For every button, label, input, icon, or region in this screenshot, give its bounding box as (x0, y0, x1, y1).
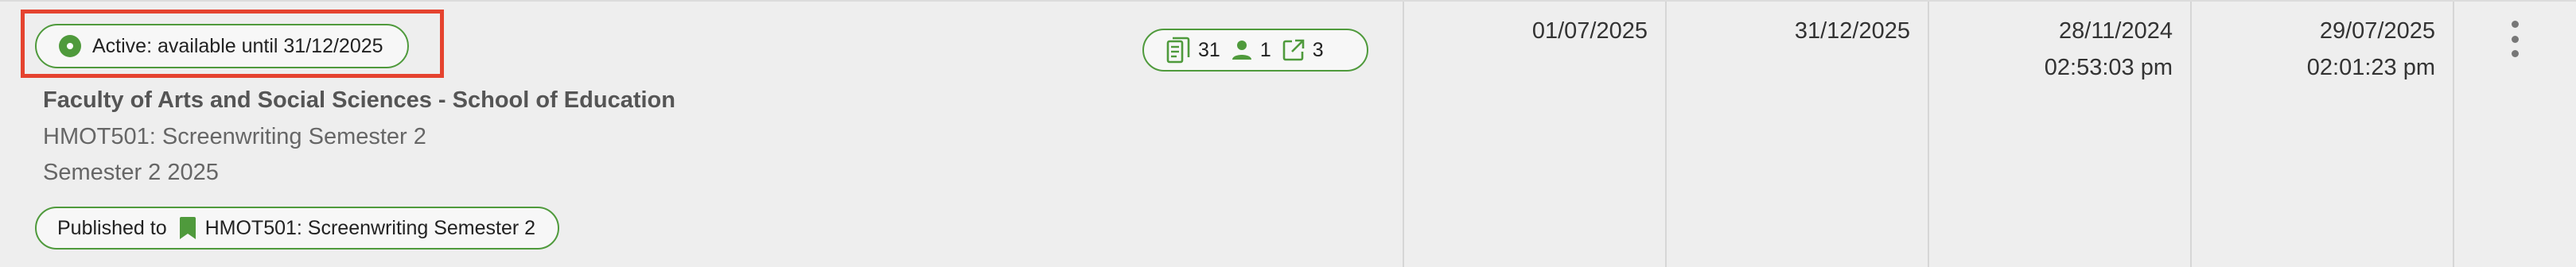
start-date: 01/07/2025 (1531, 18, 1648, 44)
documents-stat: 31 (1166, 37, 1220, 64)
modified-date: 29/07/2025 (2319, 18, 2435, 44)
actions-cell (2453, 2, 2576, 267)
faculty-name: Faculty of Arts and Social Sciences - Sc… (43, 87, 675, 113)
published-badge[interactable]: Published to HMOT501: Screenwriting Seme… (35, 207, 560, 250)
documents-count: 31 (1198, 38, 1220, 61)
stats-badge[interactable]: 31 1 3 (1142, 29, 1368, 72)
status-dot-icon (59, 35, 81, 57)
published-target: HMOT501: Screenwriting Semester 2 (204, 216, 536, 239)
modified-cell: 29/07/2025 02:01:23 pm (2190, 2, 2453, 267)
end-date: 31/12/2025 (1794, 18, 1910, 44)
row-main-cell: Active: available until 31/12/2025 31 1 (0, 2, 1403, 267)
person-icon (1232, 41, 1251, 60)
external-link-icon (1282, 39, 1305, 61)
published-prefix: Published to (57, 216, 167, 239)
course-name: HMOT501: Screenwriting Semester 2 (43, 124, 426, 149)
more-dot (2512, 21, 2519, 28)
modified-time: 02:01:23 pm (2306, 55, 2435, 80)
created-date: 28/11/2024 (2059, 18, 2173, 44)
created-cell: 28/11/2024 02:53:03 pm (1928, 2, 2190, 267)
end-date-cell: 31/12/2025 (1665, 2, 1928, 267)
more-dot (2512, 50, 2519, 57)
created-time: 02:53:03 pm (2044, 55, 2173, 80)
semester-label: Semester 2 2025 (43, 160, 219, 185)
document-list-icon (1166, 37, 1190, 64)
bookmark-icon (179, 217, 196, 239)
users-count: 1 (1259, 38, 1271, 61)
list-row[interactable]: Active: available until 31/12/2025 31 1 (0, 0, 2576, 267)
start-date-cell: 01/07/2025 (1403, 2, 1665, 267)
status-badge[interactable]: Active: available until 31/12/2025 (35, 24, 409, 68)
more-vertical-icon[interactable] (2506, 21, 2525, 57)
more-dot (2512, 35, 2519, 43)
links-stat: 3 (1282, 39, 1324, 62)
links-count: 3 (1312, 38, 1324, 61)
users-stat: 1 (1232, 39, 1271, 62)
status-label: Active: available until 31/12/2025 (92, 34, 383, 57)
